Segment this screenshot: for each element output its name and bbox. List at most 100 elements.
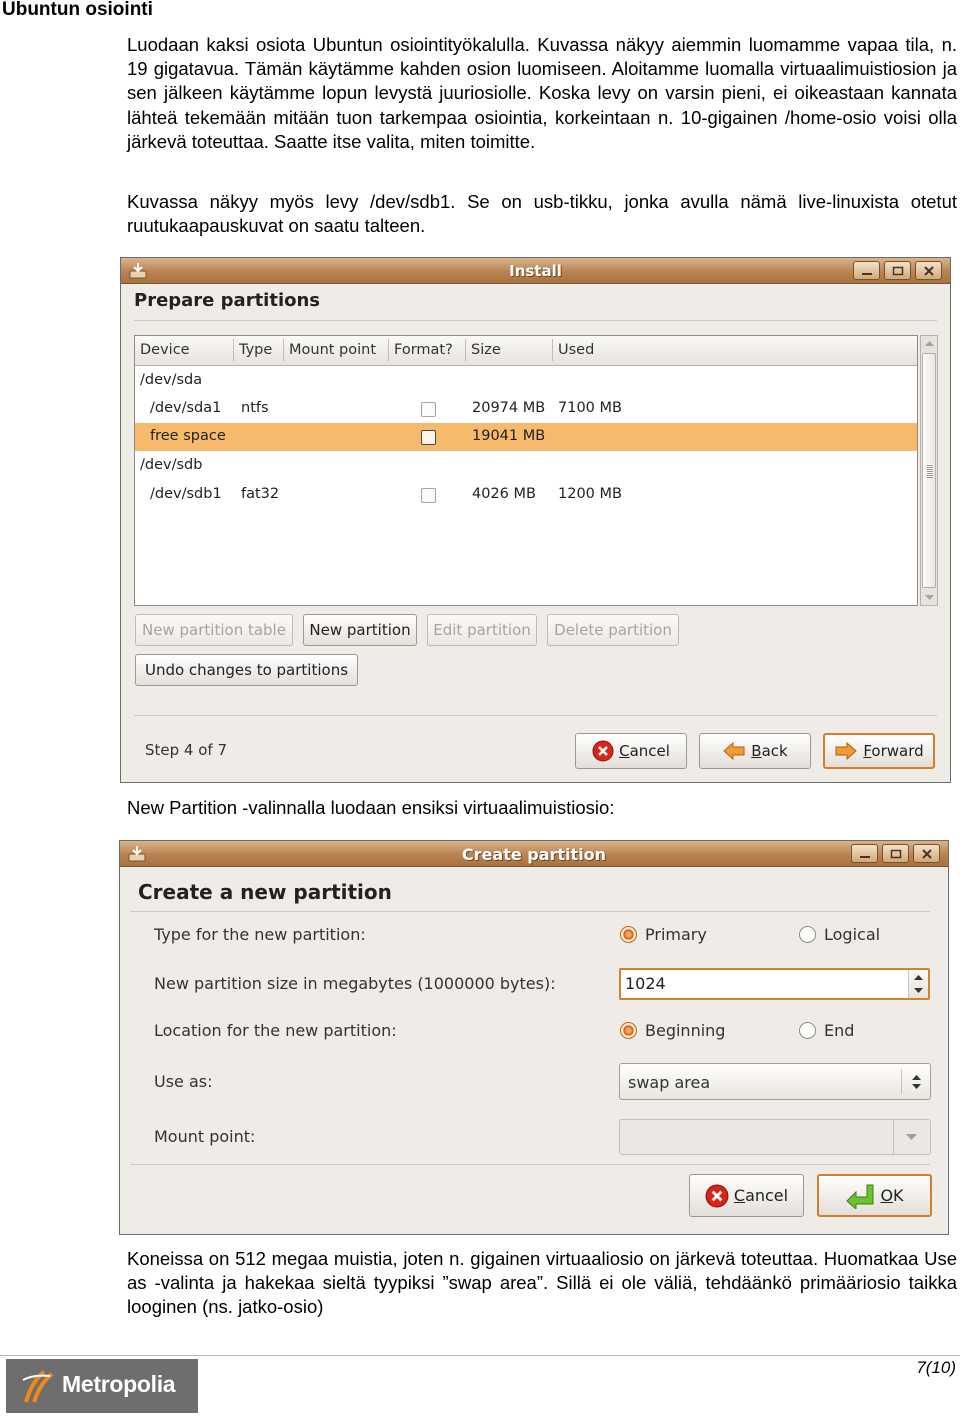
close-button[interactable] xyxy=(913,844,940,863)
table-row[interactable]: /dev/sdb1 fat32 4026 MB 1200 MB xyxy=(135,481,917,509)
cancel-button[interactable]: Cancel xyxy=(575,733,687,769)
metropolia-mark-icon xyxy=(22,1370,54,1403)
back-mnemonic: B xyxy=(751,742,762,760)
cancel-label: ancel xyxy=(745,1186,789,1205)
close-button[interactable] xyxy=(915,261,942,280)
swap-paragraph: Koneissa on 512 megaa muistia, joten n. … xyxy=(127,1248,957,1318)
logical-label: Logical xyxy=(824,925,881,944)
install-window-title: Install xyxy=(509,262,562,280)
forward-button[interactable]: Forward xyxy=(823,733,935,769)
table-row[interactable]: /dev/sda xyxy=(135,367,917,395)
column-device[interactable]: Device xyxy=(140,342,190,358)
install-titlebar: Install xyxy=(121,258,950,284)
back-button[interactable]: Back xyxy=(699,733,811,769)
minimize-icon xyxy=(859,855,870,858)
mount-point-label: Mount point: xyxy=(154,1127,256,1146)
close-icon xyxy=(921,848,932,859)
row-device: /dev/sdb1 xyxy=(150,486,222,502)
table-scrollbar[interactable] xyxy=(920,335,938,606)
delete-partition-button[interactable]: Delete partition xyxy=(547,614,679,646)
row-type: ntfs xyxy=(241,400,269,416)
create-partition-heading: Create a new partition xyxy=(138,880,392,904)
radio-unselected-icon xyxy=(799,1022,816,1039)
column-size[interactable]: Size xyxy=(471,342,501,358)
ok-mnemonic: O xyxy=(880,1186,894,1205)
spin-up-icon[interactable] xyxy=(914,974,923,981)
table-row[interactable]: /dev/sdb xyxy=(135,452,917,480)
radio-selected-icon xyxy=(620,926,637,943)
create-cancel-button[interactable]: Cancel xyxy=(689,1174,804,1217)
forward-arrow-icon xyxy=(835,741,858,761)
new-partition-table-button[interactable]: New partition table xyxy=(135,614,293,646)
type-primary-radio[interactable]: Primary xyxy=(620,925,707,944)
step-indicator: Step 4 of 7 xyxy=(145,741,228,759)
prepare-partitions-heading: Prepare partitions xyxy=(134,290,321,311)
back-label: ack xyxy=(761,742,788,760)
edit-partition-button[interactable]: Edit partition xyxy=(427,614,537,646)
partition-size-spinbox[interactable]: 1024 xyxy=(619,968,930,1000)
column-format[interactable]: Format? xyxy=(394,342,453,358)
cancel-icon xyxy=(705,1184,729,1207)
format-checkbox[interactable] xyxy=(421,430,436,445)
new-partition-paragraph: New Partition -valinnalla luodaan ensiks… xyxy=(127,797,615,818)
minimize-button[interactable] xyxy=(851,844,878,863)
mount-point-combobox[interactable] xyxy=(619,1119,931,1155)
row-type: fat32 xyxy=(241,486,280,502)
table-row[interactable]: /dev/sda1 ntfs 20974 MB 7100 MB xyxy=(135,395,917,423)
use-as-value: swap area xyxy=(628,1073,711,1092)
page-number: 7(10) xyxy=(916,1358,956,1377)
minimize-button[interactable] xyxy=(853,261,880,280)
use-as-combobox[interactable]: swap area xyxy=(619,1063,931,1100)
row-device: free space xyxy=(150,428,226,444)
column-mount-point[interactable]: Mount point xyxy=(289,342,376,358)
cancel-icon xyxy=(592,740,614,762)
type-logical-radio[interactable]: Logical xyxy=(799,925,880,944)
install-window: Install Prepare partitions Device Type M… xyxy=(120,257,951,783)
maximize-icon xyxy=(890,849,901,858)
back-arrow-icon xyxy=(723,741,745,761)
partition-table-header: Device Type Mount point Format? Size Use… xyxy=(135,336,917,366)
use-as-label: Use as: xyxy=(154,1072,213,1091)
partition-size-label: New partition size in megabytes (1000000… xyxy=(154,974,556,993)
location-beginning-radio[interactable]: Beginning xyxy=(620,1021,725,1040)
scroll-down-icon[interactable] xyxy=(924,592,935,602)
forward-label: orward xyxy=(871,742,924,760)
logo-text: Metropolia xyxy=(62,1371,176,1397)
document-title: Ubuntun osiointi xyxy=(2,0,153,20)
row-device: /dev/sdb xyxy=(140,457,203,473)
row-size: 4026 MB xyxy=(472,486,536,502)
cancel-mnemonic: C xyxy=(619,742,630,760)
column-used[interactable]: Used xyxy=(558,342,594,358)
row-used: 1200 MB xyxy=(558,486,622,502)
create-partition-window: Create partition Create a new partition … xyxy=(119,840,949,1235)
spin-down-icon[interactable] xyxy=(914,987,923,994)
new-partition-button[interactable]: New partition xyxy=(303,614,417,646)
ok-arrow-icon xyxy=(846,1184,874,1209)
format-checkbox[interactable] xyxy=(421,402,436,417)
ok-label: K xyxy=(893,1186,904,1205)
location-end-radio[interactable]: End xyxy=(799,1021,854,1040)
row-device: /dev/sda xyxy=(140,372,203,388)
row-size: 20974 MB xyxy=(472,400,546,416)
chevron-down-icon[interactable] xyxy=(906,1133,917,1141)
radio-selected-icon xyxy=(620,1022,637,1039)
maximize-button[interactable] xyxy=(884,261,911,280)
maximize-button[interactable] xyxy=(882,844,909,863)
row-size: 19041 MB xyxy=(472,428,546,444)
create-partition-titlebar: Create partition xyxy=(120,841,948,867)
combo-updown-icon xyxy=(912,1075,921,1089)
intro-paragraph: Luodaan kaksi osiota Ubuntun osiointityö… xyxy=(127,34,957,152)
row-device: /dev/sda1 xyxy=(150,400,222,416)
undo-changes-button[interactable]: Undo changes to partitions xyxy=(135,654,358,686)
scrollbar-thumb[interactable] xyxy=(922,353,936,588)
ok-button[interactable]: OK xyxy=(817,1174,932,1217)
partition-type-label: Type for the new partition: xyxy=(154,925,366,944)
create-partition-window-title: Create partition xyxy=(461,845,607,864)
metropolia-logo: Metropolia xyxy=(6,1359,198,1413)
maximize-icon xyxy=(892,266,903,275)
usb-paragraph: Kuvassa näkyy myös levy /dev/sdb1. Se on… xyxy=(127,191,957,237)
format-checkbox[interactable] xyxy=(421,488,436,503)
column-type[interactable]: Type xyxy=(239,342,272,358)
table-row-selected[interactable]: free space 19041 MB xyxy=(135,423,917,451)
scroll-up-icon[interactable] xyxy=(924,339,935,349)
